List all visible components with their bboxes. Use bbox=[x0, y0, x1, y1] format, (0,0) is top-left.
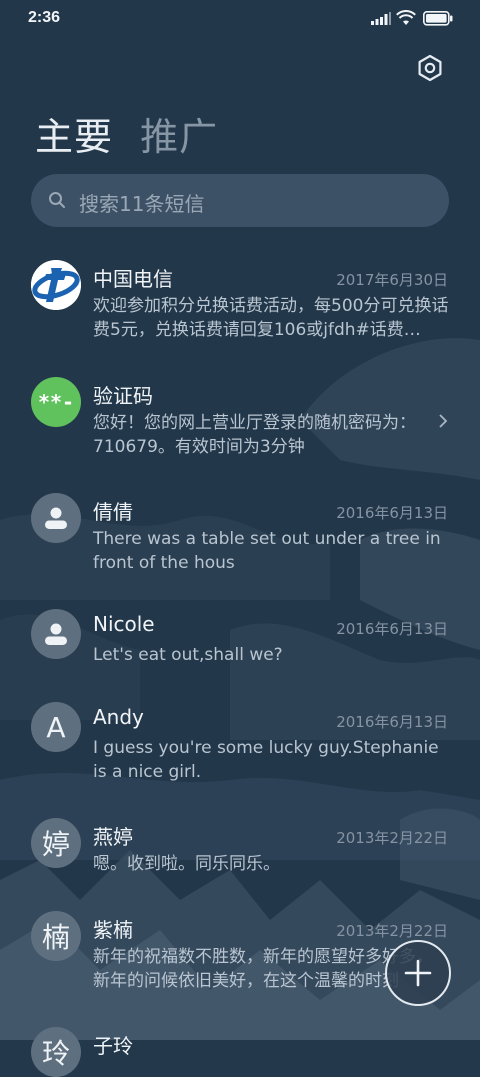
category-tabs: 主要 推广 bbox=[35, 106, 232, 161]
contact-name: 倩倩 bbox=[93, 500, 133, 524]
tab-main[interactable]: 主要 bbox=[35, 115, 113, 159]
message-preview: I guess you're some lucky guy.Stephanie … bbox=[93, 738, 439, 782]
avatar bbox=[31, 493, 81, 543]
china-telecom-logo bbox=[31, 260, 81, 310]
chevron-right-icon bbox=[439, 414, 448, 428]
conversation-item[interactable]: A Andy 2016年6月13日 I guess you're some lu… bbox=[0, 692, 480, 808]
message-preview: 您好！您的网上营业厅登录的随机密码为：710679。有效时间为3分钟 bbox=[93, 413, 416, 457]
status-bar: 2:36 bbox=[0, 0, 480, 40]
conversation-item[interactable]: 中国电信 2017年6月30日 欢迎参加积分兑换话费活动，每500分可兑换话费5… bbox=[0, 250, 480, 367]
message-date: 2017年6月30日 bbox=[336, 271, 448, 289]
conversation-item[interactable]: 玲 子玲 bbox=[0, 1017, 480, 1077]
search-placeholder: 搜索11条短信 bbox=[79, 192, 205, 216]
search-icon bbox=[49, 192, 65, 208]
avatar: 楠 bbox=[31, 911, 81, 961]
contact-name: 验证码 bbox=[93, 384, 153, 408]
message-preview: 嗯。收到啦。同乐同乐。 bbox=[93, 854, 280, 874]
conversation-item[interactable]: **- 验证码 您好！您的网上营业厅登录的随机密码为：710679。有效时间为3… bbox=[0, 367, 480, 483]
battery-icon bbox=[423, 11, 453, 26]
conversation-item[interactable]: 倩倩 2016年6月13日 There was a table set out … bbox=[0, 483, 480, 599]
person-icon bbox=[45, 507, 67, 529]
contact-name: 中国电信 bbox=[93, 267, 173, 291]
avatar: 玲 bbox=[31, 1027, 81, 1077]
message-date: 2016年6月13日 bbox=[336, 620, 448, 638]
contact-name: Andy bbox=[93, 705, 144, 729]
avatar bbox=[31, 609, 81, 659]
message-preview: There was a table set out under a tree i… bbox=[93, 529, 441, 573]
verification-code-avatar: **- bbox=[31, 377, 81, 427]
settings-gear-icon[interactable] bbox=[416, 54, 444, 82]
plus-icon bbox=[404, 959, 432, 987]
message-date: 2013年2月22日 bbox=[336, 922, 448, 940]
contact-name: 紫楠 bbox=[93, 918, 133, 942]
new-message-button[interactable] bbox=[385, 940, 451, 1006]
message-date: 2016年6月13日 bbox=[336, 504, 448, 522]
person-icon bbox=[45, 623, 67, 645]
avatar-text: **- bbox=[37, 390, 75, 414]
message-date: 2013年2月22日 bbox=[336, 829, 448, 847]
contact-name: 子玲 bbox=[93, 1034, 133, 1058]
wifi-icon bbox=[396, 10, 416, 25]
conversation-item[interactable]: Nicole 2016年6月13日 Let's eat out,shall we… bbox=[0, 599, 480, 692]
avatar-letter: A bbox=[46, 710, 66, 744]
signal-icon bbox=[371, 12, 391, 25]
avatar-letter: 婷 bbox=[41, 828, 70, 861]
contact-name: Nicole bbox=[93, 612, 155, 636]
search-bar[interactable]: 搜索11条短信 bbox=[31, 174, 449, 227]
avatar-letter: 楠 bbox=[41, 921, 70, 954]
message-date: 2016年6月13日 bbox=[336, 713, 448, 731]
conversation-item[interactable]: 婷 燕婷 2013年2月22日 嗯。收到啦。同乐同乐。 bbox=[0, 808, 480, 901]
message-preview: 欢迎参加积分兑换话费活动，每500分可兑换话费5元，兑换话费请回复106或jfd… bbox=[93, 296, 449, 340]
avatar: 婷 bbox=[31, 818, 81, 868]
avatar-letter: 玲 bbox=[41, 1037, 70, 1070]
status-time: 2:36 bbox=[28, 9, 61, 26]
tab-promotions[interactable]: 推广 bbox=[140, 115, 218, 159]
avatar: A bbox=[31, 702, 81, 752]
contact-name: 燕婷 bbox=[93, 825, 133, 849]
message-preview: Let's eat out,shall we? bbox=[93, 645, 283, 665]
